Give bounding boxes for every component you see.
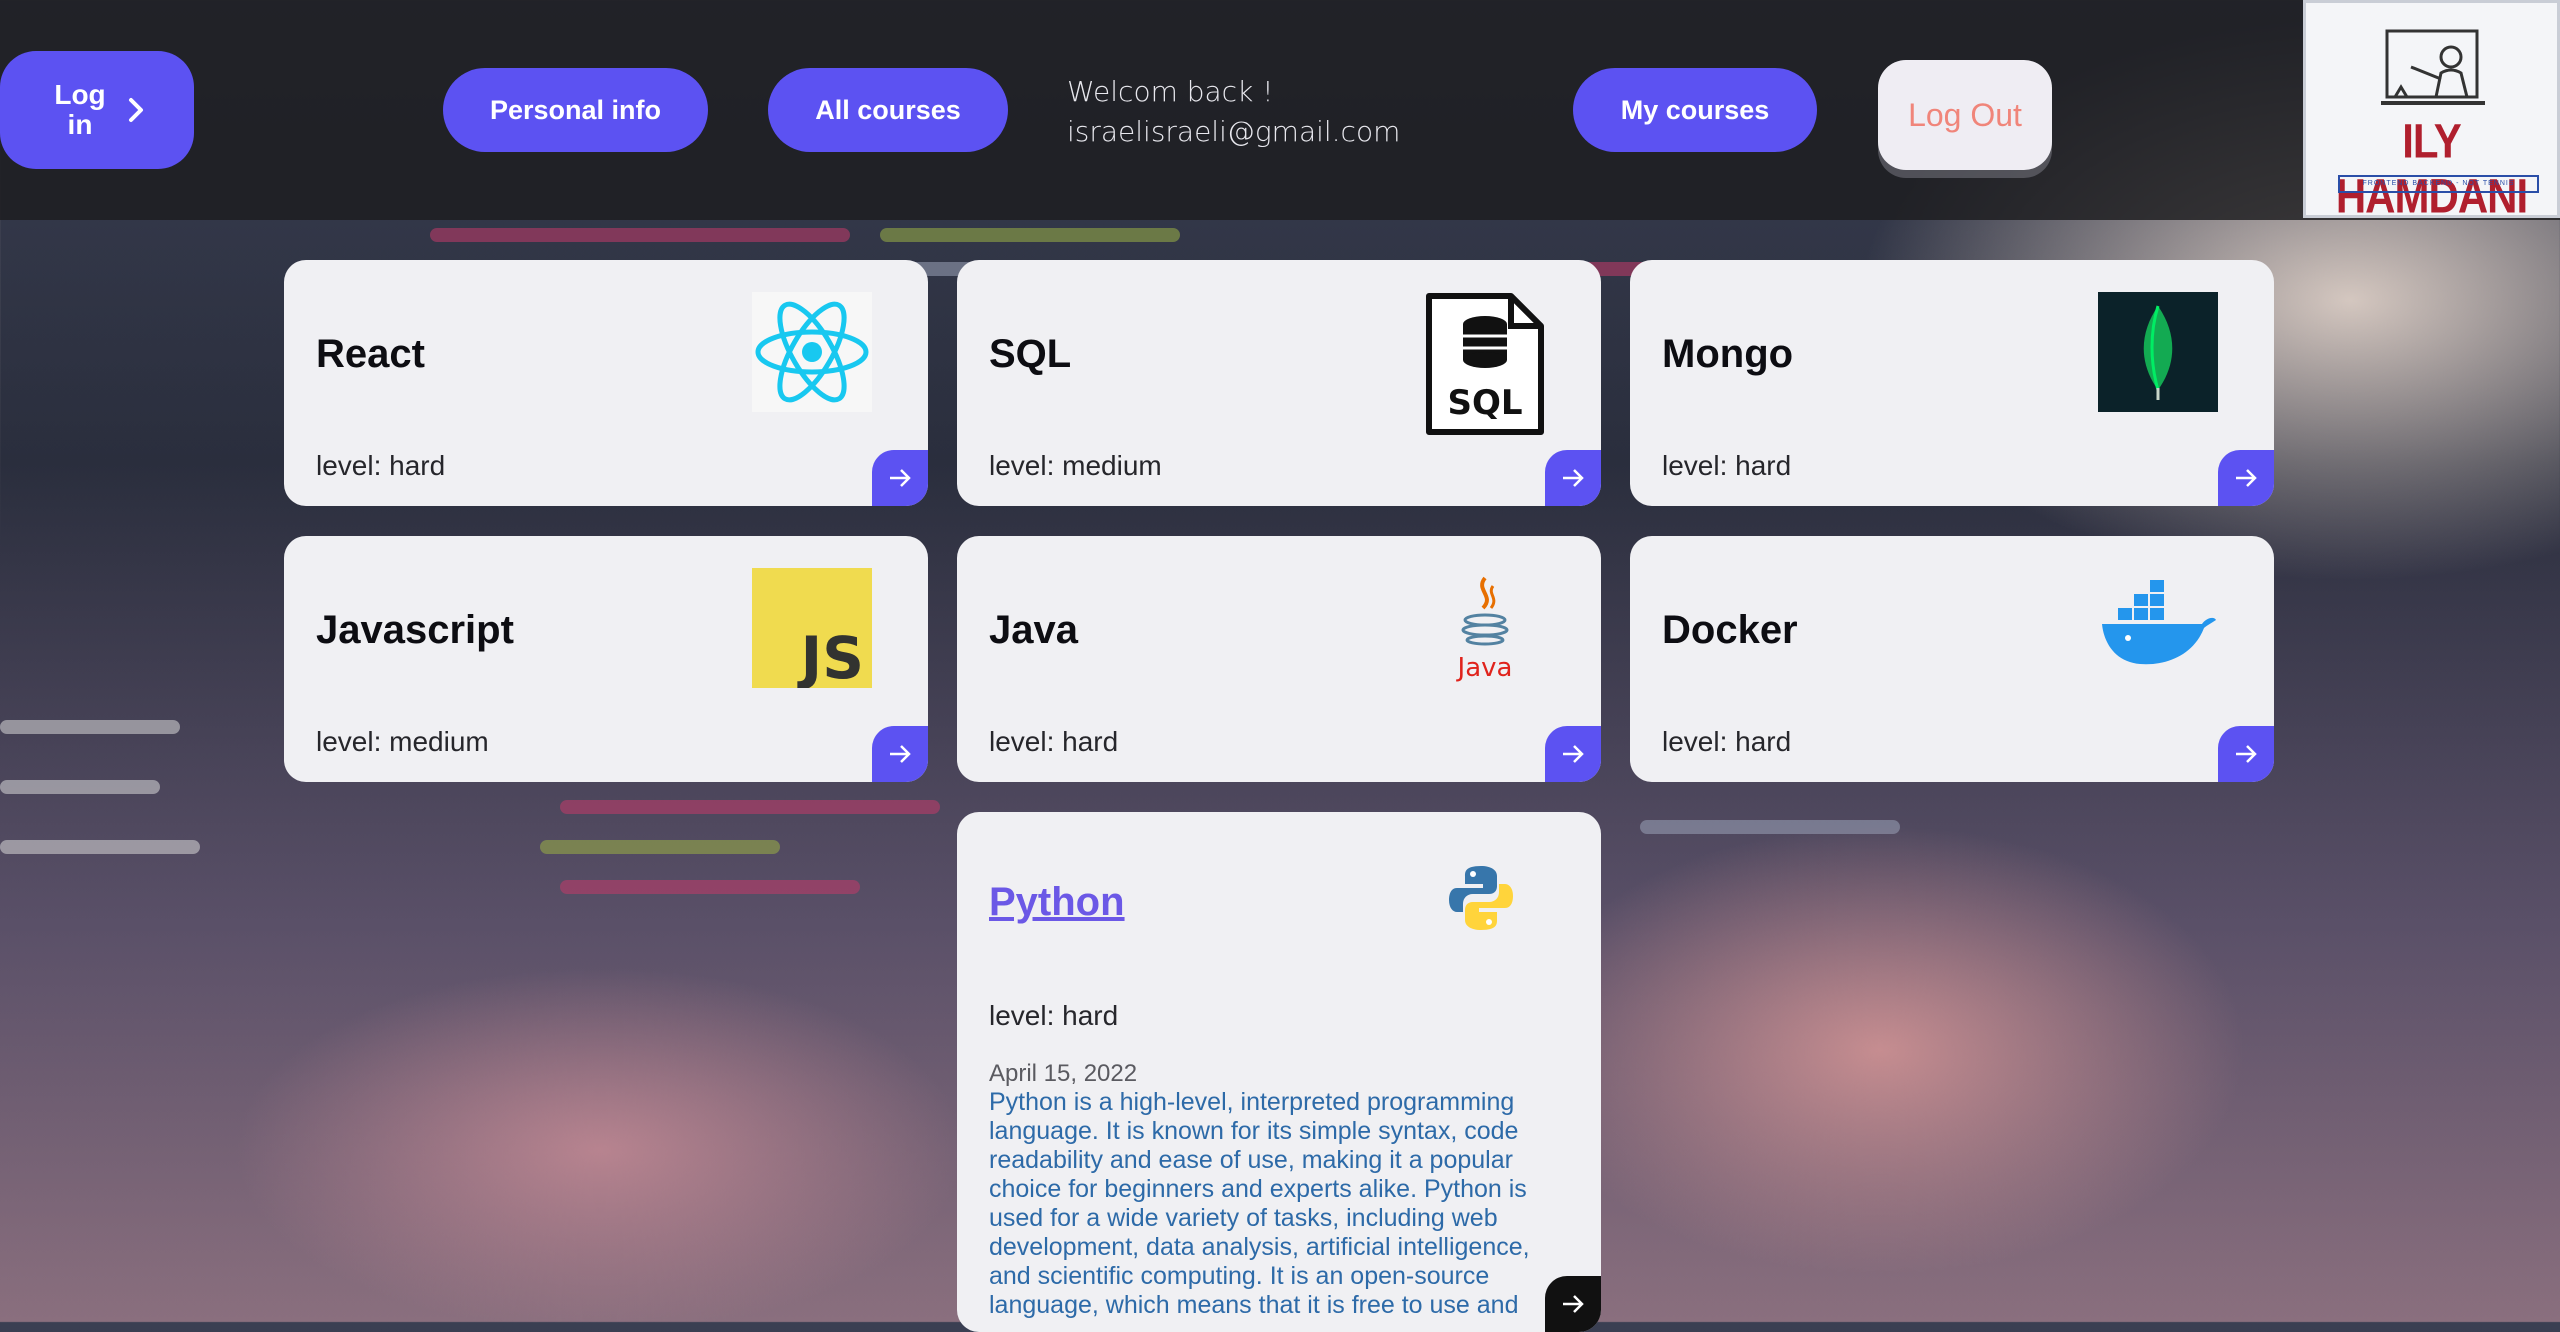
course-card-react[interactable]: React level: hard [284,260,928,506]
welcome-message: Welcom back ! israelisraeli@gmail.com [1067,72,1400,152]
brand-logo[interactable]: ILY HAMDANI FRONTEND BACKEND - NOT TENNI… [2303,0,2560,223]
open-course-button[interactable] [872,450,928,506]
arrow-right-icon [1563,1295,1584,1313]
open-course-button[interactable] [1545,726,1601,782]
course-card-python[interactable]: Python level: hard April 15, 2022 Python… [957,812,1601,1332]
arrow-right-icon [1563,745,1584,763]
open-course-button[interactable] [872,726,928,782]
course-title-link[interactable]: Python [989,880,1125,925]
personal-info-button[interactable]: Personal info [443,68,708,152]
react-icon [752,292,872,412]
course-card-java[interactable]: Java level: hard Java [957,536,1601,782]
course-title: SQL [989,332,1072,376]
svg-text:SQL: SQL [1447,383,1522,423]
all-courses-button[interactable]: All courses [768,68,1008,152]
open-course-button[interactable] [1545,450,1601,506]
course-level: level: hard [989,1000,1119,1031]
login-button-label: Log in [54,79,106,140]
java-icon: Java [1456,576,1513,683]
sql-file-icon: SQL [1426,293,1544,435]
mongodb-leaf-icon [2098,292,2218,412]
course-card-docker[interactable]: Docker level: hard [1630,536,2274,782]
course-title: Docker [1662,608,1798,652]
course-level: level: medium [316,726,489,757]
python-icon [1449,866,1513,930]
open-course-button[interactable] [1545,1276,1601,1332]
chevron-right-icon [129,98,143,122]
javascript-icon: JS [752,568,872,688]
course-card-sql[interactable]: SQL level: medium SQL [957,260,1601,506]
open-course-button[interactable] [2218,726,2274,782]
course-description: Python is a high-level, interpreted prog… [989,1088,1530,1319]
course-level: level: hard [1662,450,1792,481]
svg-text:Java: Java [1456,653,1513,683]
login-button[interactable]: Log in [0,51,194,169]
docker-whale-icon [2102,580,2216,665]
course-card-mongo[interactable]: Mongo level: hard [1630,260,2274,506]
course-title: React [316,332,425,376]
course-title: Java [989,608,1078,652]
welcome-text: Welcom back ! [1067,75,1274,108]
course-level: level: hard [1662,726,1792,757]
user-email: israelisraeli@gmail.com [1067,115,1401,148]
logout-button[interactable]: Log Out [1878,60,2052,170]
arrow-right-icon [2236,469,2257,487]
my-courses-button[interactable]: My courses [1573,68,1817,152]
arrow-right-icon [890,745,911,763]
course-level: level: hard [989,726,1119,757]
arrow-right-icon [890,469,911,487]
course-level: level: hard [316,450,446,481]
course-date: April 15, 2022 [989,1060,1138,1087]
arrow-right-icon [1563,469,1584,487]
svg-text:JS: JS [797,624,864,688]
course-level: level: medium [989,450,1162,481]
teacher-board-icon [2381,29,2485,105]
arrow-right-icon [2236,745,2257,763]
open-course-button[interactable] [2218,450,2274,506]
logo-subtitle: FRONTEND BACKEND - NOT TENNIS [2338,175,2539,193]
course-title: Mongo [1662,332,1794,376]
top-nav-bar: Log in Personal info All courses Welcom … [0,0,2560,223]
course-card-javascript[interactable]: Javascript level: medium JS [284,536,928,782]
logo-title: ILY HAMDANI [2335,113,2528,224]
course-title: Javascript [316,608,514,652]
